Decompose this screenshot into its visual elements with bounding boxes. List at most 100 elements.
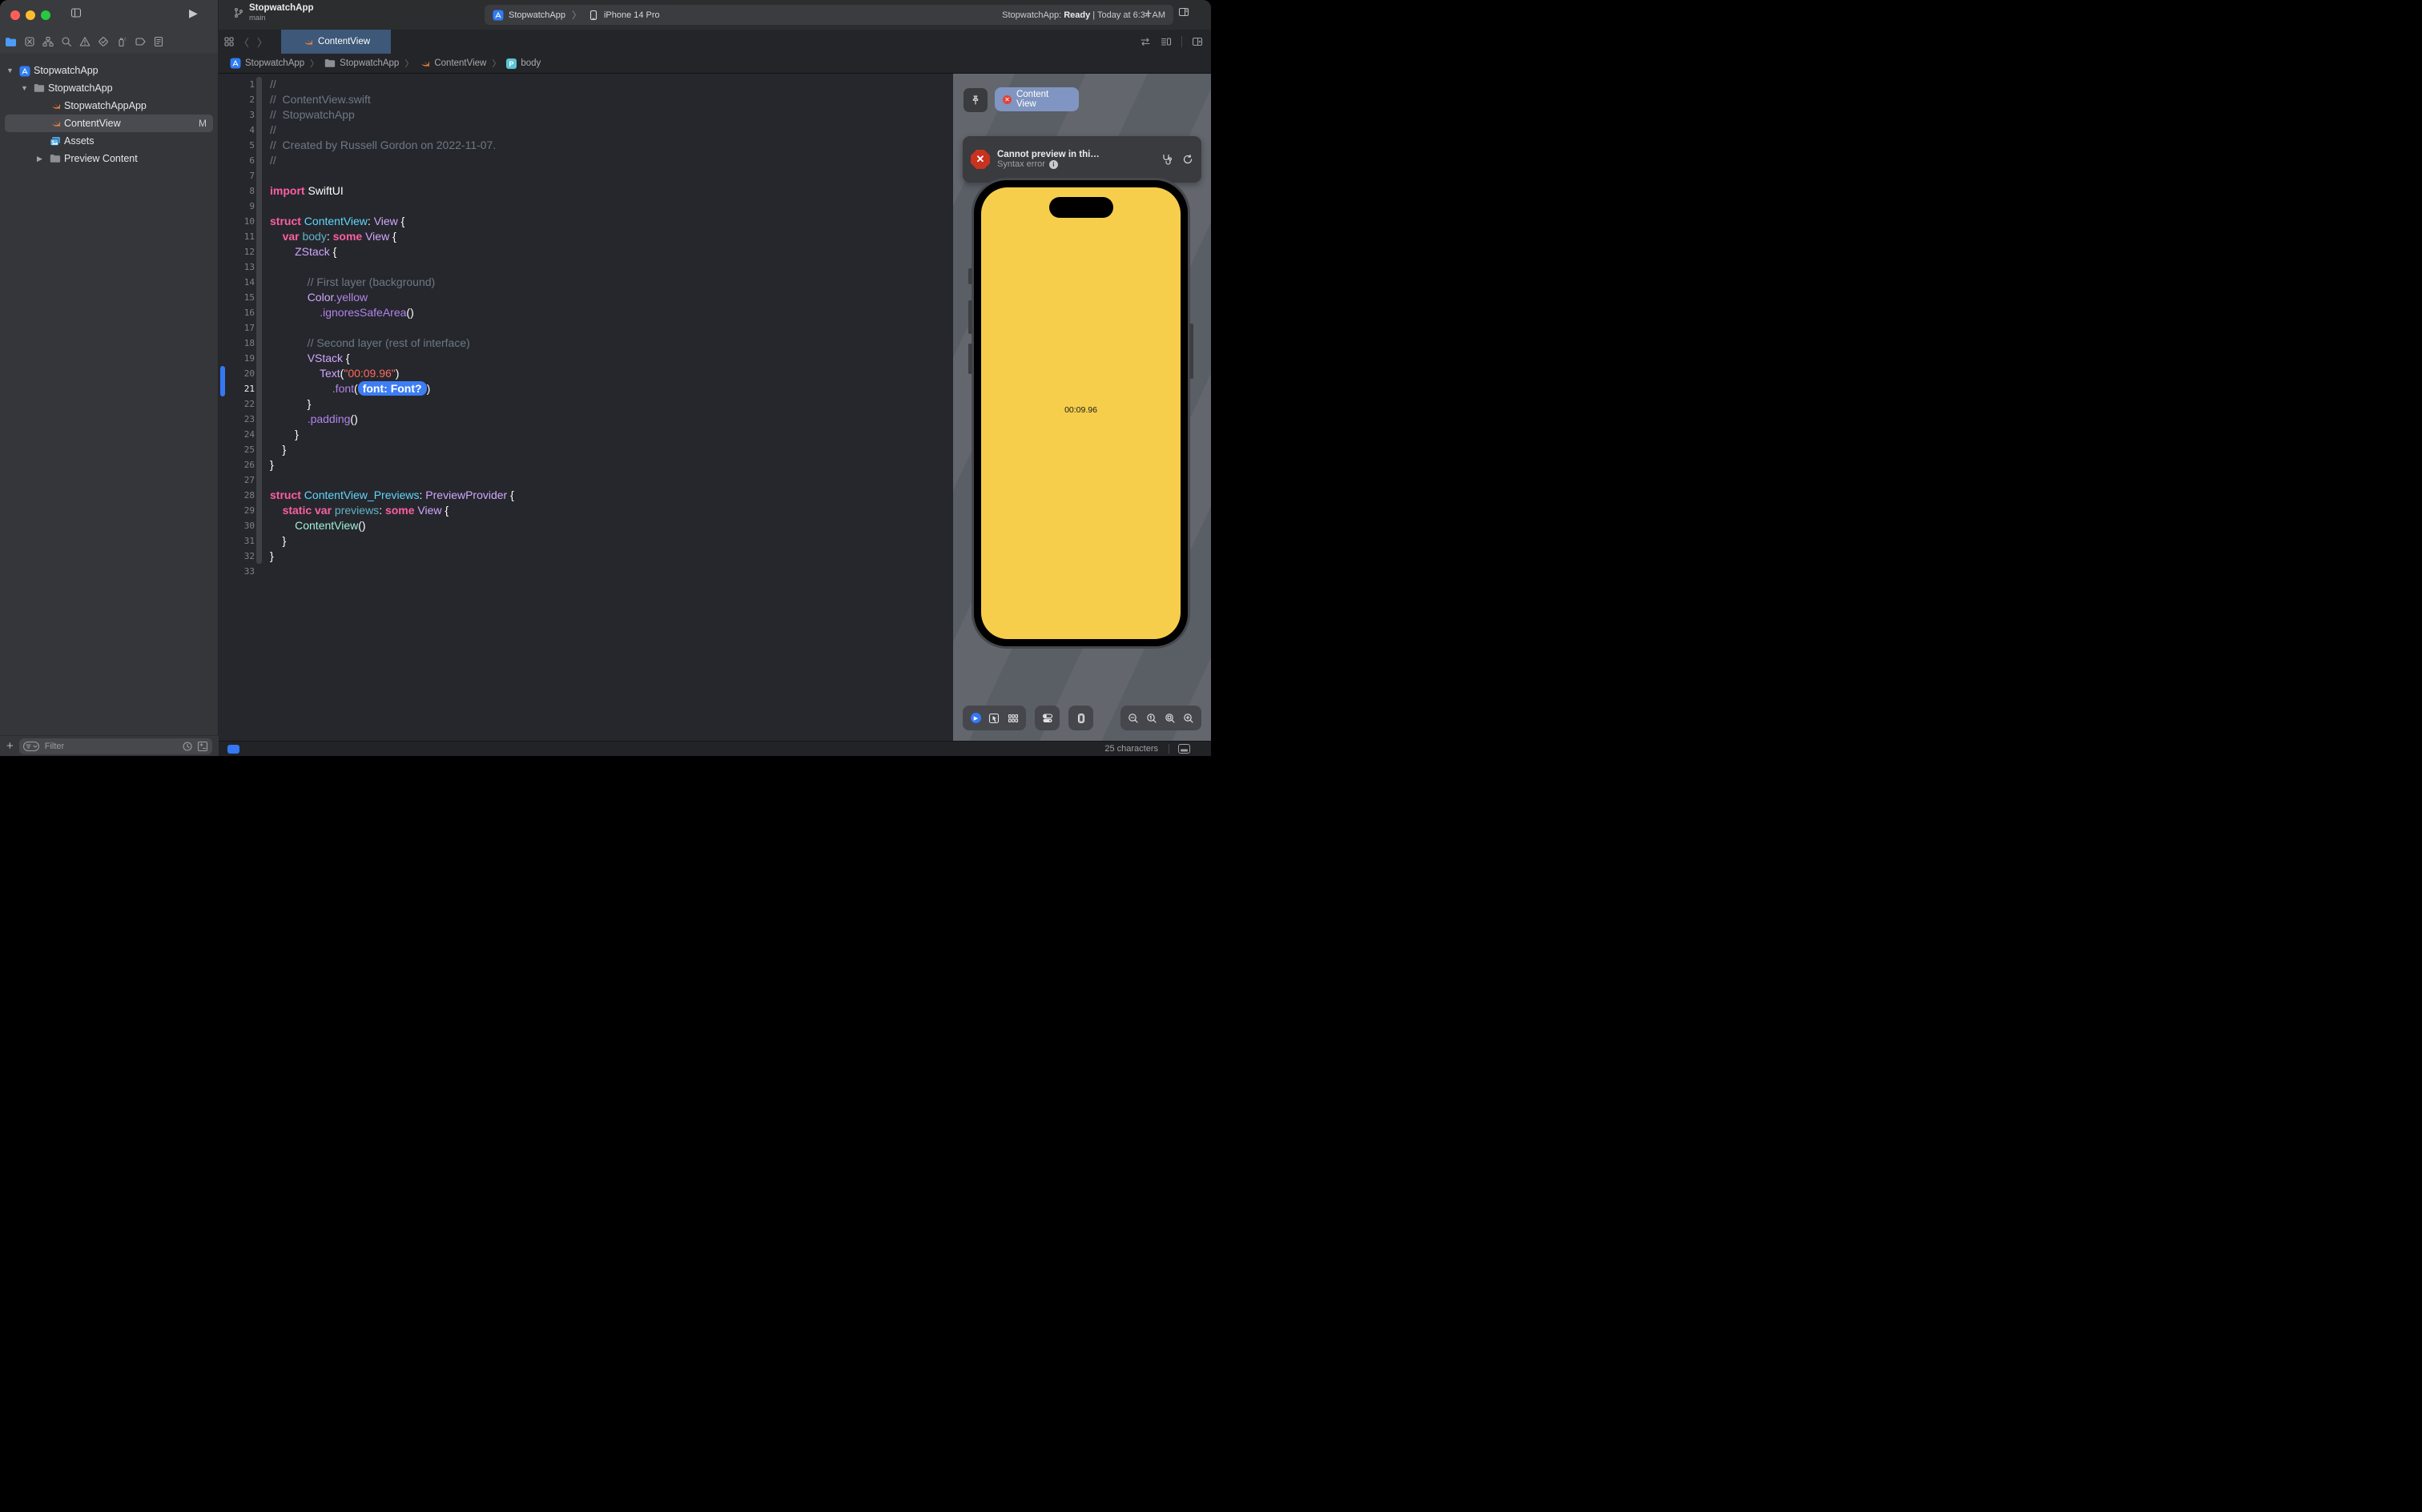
debug-navigator-icon[interactable] (116, 36, 127, 47)
zoom-100-icon[interactable] (1146, 713, 1157, 724)
info-icon[interactable]: i (1048, 159, 1058, 169)
flags-filter-icon[interactable] (197, 741, 208, 752)
line-number[interactable]: 8 (219, 183, 255, 199)
tree-item-preview-content[interactable]: ▶ Preview Content (0, 150, 218, 167)
editor-indicator-icon[interactable] (227, 745, 239, 754)
device-settings-icon[interactable] (1042, 713, 1053, 724)
editor-options-icon[interactable] (1161, 36, 1172, 47)
report-navigator-icon[interactable] (153, 36, 164, 47)
code-line-3[interactable]: // StopwatchApp (270, 107, 355, 123)
code-line-18[interactable]: // Second layer (rest of interface) (270, 336, 470, 351)
line-number[interactable]: 20 (219, 366, 255, 381)
zoom-in-icon[interactable] (1183, 713, 1194, 724)
code-line-4[interactable]: // (270, 123, 276, 138)
code-line-10[interactable]: struct ContentView: View { (270, 214, 404, 229)
line-number[interactable]: 13 (219, 259, 255, 275)
tab-contentview[interactable]: ContentView (281, 30, 392, 54)
breakpoint-navigator-icon[interactable] (135, 36, 146, 47)
line-number[interactable]: 22 (219, 396, 255, 412)
code-line-5[interactable]: // Created by Russell Gordon on 2022-11-… (270, 138, 496, 153)
code-line-20[interactable]: Text("00:09.96") (270, 366, 399, 381)
zoom-out-icon[interactable] (1128, 713, 1139, 724)
line-number[interactable]: 28 (219, 488, 255, 503)
line-number[interactable]: 19 (219, 351, 255, 366)
line-number[interactable]: 10 (219, 214, 255, 229)
line-number[interactable]: 26 (219, 457, 255, 472)
find-navigator-icon[interactable] (61, 36, 72, 47)
code-line-26[interactable]: } (270, 457, 274, 472)
line-number[interactable]: 18 (219, 336, 255, 351)
line-number[interactable]: 2 (219, 92, 255, 107)
code-review-icon[interactable] (1140, 36, 1151, 47)
line-number[interactable]: 12 (219, 244, 255, 259)
code-line-23[interactable]: .padding() (270, 412, 358, 427)
source-editor[interactable]: 1 // 2 // ContentView.swift 3 // StopwatchApp… (219, 74, 953, 741)
code-line-8[interactable]: import SwiftUI (270, 183, 344, 199)
source-control-navigator-icon[interactable] (24, 36, 35, 47)
project-navigator-icon[interactable] (5, 37, 17, 47)
line-number[interactable]: 24 (219, 427, 255, 442)
code-line-6[interactable]: // (270, 153, 276, 168)
code-line-30[interactable]: ContentView() (270, 518, 365, 533)
tree-item-assets[interactable]: Assets (0, 132, 218, 150)
code-line-22[interactable]: } (270, 396, 312, 412)
breadcrumb-contentview[interactable]: ContentView (419, 58, 486, 69)
line-number[interactable]: 9 (219, 199, 255, 214)
scheme-app-name[interactable]: StopwatchApp (509, 10, 565, 20)
code-line-24[interactable]: } (270, 427, 299, 442)
tree-item-stopwatchappapp[interactable]: StopwatchAppApp (0, 97, 218, 115)
zoom-fit-icon[interactable] (1165, 713, 1176, 724)
scheme-device[interactable]: iPhone 14 Pro (604, 10, 660, 20)
line-number[interactable]: 30 (219, 518, 255, 533)
scheme-selector[interactable]: StopwatchApp 〉 iPhone 14 Pro StopwatchAp… (485, 5, 1173, 25)
code-line-25[interactable]: } (270, 442, 287, 457)
code-line-14[interactable]: // First layer (background) (270, 275, 436, 290)
line-number[interactable]: 33 (219, 564, 255, 579)
zoom-button[interactable] (41, 10, 50, 20)
line-number[interactable]: 23 (219, 412, 255, 427)
line-number[interactable]: 27 (219, 472, 255, 488)
add-editor-icon[interactable] (1192, 36, 1203, 47)
disclosure-closed-icon[interactable]: ▶ (37, 155, 42, 163)
line-number[interactable]: 14 (219, 275, 255, 290)
line-number[interactable]: 21 (219, 381, 255, 396)
recent-clock-icon[interactable] (182, 741, 193, 752)
code-line-32[interactable]: } (270, 549, 274, 564)
code-line-29[interactable]: static var previews: some View { (270, 503, 449, 518)
line-number[interactable]: 11 (219, 229, 255, 244)
line-number[interactable]: 25 (219, 442, 255, 457)
minimize-button[interactable] (26, 10, 35, 20)
code-line-15[interactable]: Color.yellow (270, 290, 368, 305)
tree-item-contentview[interactable]: ContentView M (0, 115, 218, 132)
add-button[interactable]: + (1145, 7, 1152, 22)
line-number[interactable]: 7 (219, 168, 255, 183)
issue-navigator-icon[interactable] (79, 36, 91, 47)
disclosure-open-icon[interactable]: ▼ (6, 66, 14, 74)
code-line-28[interactable]: struct ContentView_Previews: PreviewProv… (270, 488, 514, 503)
code-line-16[interactable]: .ignoresSafeArea() (270, 305, 414, 320)
fold-ribbon[interactable] (256, 77, 262, 564)
filter-field[interactable] (18, 738, 212, 754)
symbol-navigator-icon[interactable] (42, 36, 54, 47)
variants-icon[interactable] (1008, 713, 1019, 724)
tab-overview-icon[interactable] (223, 36, 235, 47)
pin-icon[interactable] (964, 88, 988, 112)
line-number[interactable]: 4 (219, 123, 255, 138)
code-line-11[interactable]: var body: some View { (270, 229, 396, 244)
line-number[interactable]: 29 (219, 503, 255, 518)
code-line-1[interactable]: // (270, 77, 276, 92)
line-number[interactable]: 15 (219, 290, 255, 305)
close-button[interactable] (10, 10, 20, 20)
run-button[interactable]: ▶ (189, 6, 198, 20)
retry-icon[interactable] (1182, 154, 1193, 165)
line-number[interactable]: 5 (219, 138, 255, 153)
tree-item-stopwatchapp[interactable]: ▼ StopwatchApp (0, 62, 218, 79)
code-line-12[interactable]: ZStack { (270, 244, 336, 259)
sidebar-toggle-icon[interactable] (70, 7, 82, 18)
line-number[interactable]: 17 (219, 320, 255, 336)
selectable-preview-icon[interactable] (988, 713, 1000, 724)
tree-item-stopwatchapp[interactable]: ▼ StopwatchApp (0, 79, 218, 97)
line-number[interactable]: 1 (219, 77, 255, 92)
error-banner[interactable]: ✕ Cannot preview in thi… Syntax error i (963, 136, 1201, 183)
inspector-toggle-icon[interactable] (1178, 6, 1189, 18)
